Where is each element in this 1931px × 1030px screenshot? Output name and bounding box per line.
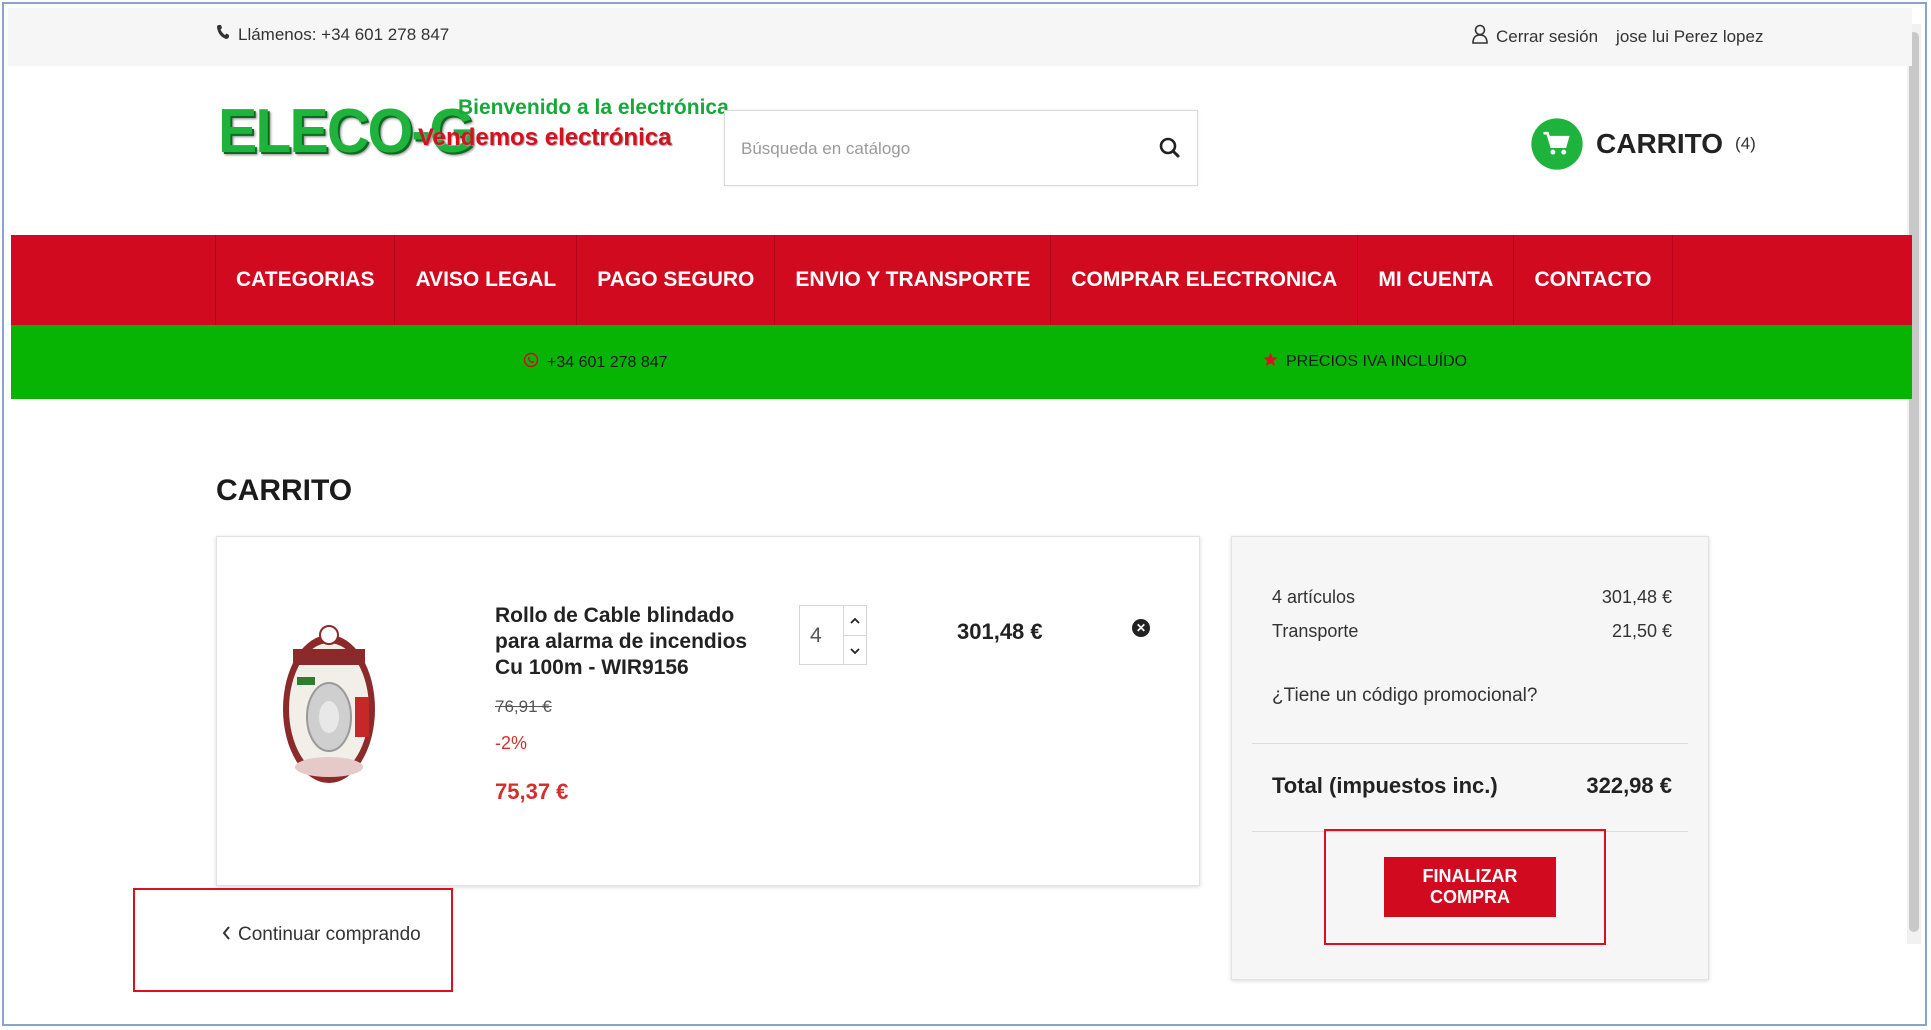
- phone-icon: [216, 24, 230, 45]
- product-image[interactable]: [281, 617, 377, 787]
- scrollbar-thumb[interactable]: [1909, 32, 1919, 932]
- summary-items-value: 301,48 €: [1601, 587, 1672, 607]
- whatsapp-icon: [523, 352, 539, 373]
- logo-tagline-welcome: Bienvenido a la electrónica: [458, 96, 729, 119]
- quantity-stepper: 4: [799, 605, 867, 665]
- cart-items-panel: Rollo de Cable blindado para alarma de i…: [216, 536, 1200, 886]
- star-icon: [1263, 352, 1278, 372]
- browser-viewport: Llámenos: +34 601 278 847 Cerrar sesión …: [2, 2, 1927, 1026]
- product-name-link[interactable]: Rollo de Cable blindado para alarma de i…: [495, 603, 765, 681]
- menu-item-categorias[interactable]: CATEGORIAS: [215, 235, 394, 325]
- summary-total-label: Total (impuestos inc.): [1272, 773, 1498, 798]
- summary-total-value: 322,98 €: [1586, 773, 1672, 798]
- cart-count: (4): [1735, 134, 1756, 153]
- catalog-search: [724, 110, 1198, 187]
- info-strip-tax: PRECIOS IVA INCLUÍDO: [1263, 352, 1467, 372]
- chevron-up-icon[interactable]: [844, 606, 866, 636]
- quantity-input[interactable]: 4: [810, 624, 822, 648]
- menu-item-aviso-legal[interactable]: AVISO LEGAL: [394, 235, 576, 325]
- menu-item-mi-cuenta[interactable]: MI CUENTA: [1357, 235, 1513, 325]
- search-input[interactable]: [725, 111, 1143, 187]
- summary-shipping-label: Transporte: [1272, 621, 1359, 641]
- info-strip-tax-label: PRECIOS IVA INCLUÍDO: [1286, 353, 1468, 370]
- topbar-phone: Llámenos: +34 601 278 847: [216, 24, 449, 45]
- page-title: CARRITO: [216, 474, 353, 507]
- menu-item-comprar-electronica[interactable]: COMPRAR ELECTRONICA: [1050, 235, 1357, 325]
- product-regular-price: 76,91 €: [495, 697, 552, 716]
- account-name-link[interactable]: jose lui Perez lopez: [1616, 27, 1763, 47]
- vertical-scrollbar[interactable]: [1907, 24, 1921, 944]
- product-price: 75,37 €: [495, 779, 569, 804]
- site-logo[interactable]: ELECO-G Bienvenido a la electrónica Vend…: [218, 92, 729, 166]
- menu-item-envio-transporte[interactable]: ENVIO Y TRANSPORTE: [774, 235, 1050, 325]
- info-strip: +34 601 278 847 PRECIOS IVA INCLUÍDO: [11, 325, 1912, 399]
- chevron-down-icon[interactable]: [844, 636, 866, 665]
- top-info-bar: Llámenos: +34 601 278 847 Cerrar sesión …: [8, 8, 1912, 66]
- logo-tagline-sell: Vendemos electrónica: [418, 124, 672, 151]
- topbar-phone-label: Llámenos: +34 601 278 847: [238, 24, 450, 44]
- cart-label: CARRITO: [1596, 128, 1724, 159]
- line-total-price: 301,48 €: [957, 619, 1043, 644]
- user-icon: [1472, 24, 1488, 49]
- menu-item-contacto[interactable]: CONTACTO: [1513, 235, 1673, 325]
- quantity-buttons: [843, 606, 866, 664]
- cart-icon: [1531, 118, 1583, 170]
- menu-item-pago-seguro[interactable]: PAGO SEGURO: [576, 235, 774, 325]
- logout-link[interactable]: Cerrar sesión: [1496, 27, 1598, 47]
- remove-item-icon[interactable]: ✕: [1132, 619, 1150, 637]
- info-strip-phone-label: +34 601 278 847: [547, 353, 668, 371]
- summary-shipping-row: Transporte 21,50 €: [1272, 621, 1672, 642]
- summary-shipping-value: 21,50 €: [1611, 621, 1672, 641]
- chevron-left-icon: [222, 924, 230, 946]
- summary-total-row: Total (impuestos inc.) 322,98 €: [1272, 773, 1672, 799]
- summary-items-label: 4 artículos: [1272, 587, 1356, 607]
- search-icon[interactable]: [1155, 133, 1185, 163]
- header-cart[interactable]: CARRITO (4): [1531, 116, 1756, 172]
- summary-items-row: 4 artículos 301,48 €: [1272, 587, 1672, 608]
- main-menu: CATEGORIAS AVISO LEGAL PAGO SEGURO ENVIO…: [11, 235, 1912, 325]
- cart-summary-panel: 4 artículos 301,48 € Transporte 21,50 € …: [1231, 536, 1709, 980]
- topbar-account: Cerrar sesión jose lui Perez lopez: [1472, 24, 1763, 49]
- info-strip-phone: +34 601 278 847: [523, 352, 668, 373]
- continue-shopping-link[interactable]: Continuar comprando: [222, 924, 421, 946]
- summary-divider: [1252, 743, 1688, 744]
- product-discount-badge: -2%: [495, 733, 528, 753]
- promo-code-link[interactable]: ¿Tiene un código promocional?: [1272, 685, 1537, 707]
- checkout-button[interactable]: FINALIZAR COMPRA: [1384, 857, 1556, 917]
- continue-shopping-label: Continuar comprando: [238, 924, 421, 945]
